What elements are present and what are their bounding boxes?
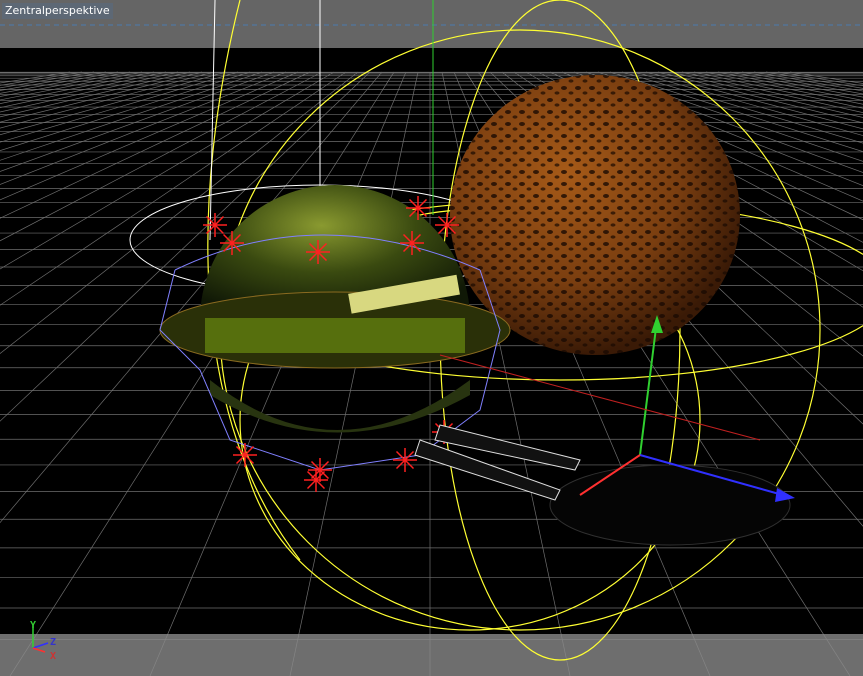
grid-line xyxy=(0,71,311,219)
light-ray xyxy=(395,459,406,470)
floor-band xyxy=(0,634,863,676)
viewport-header-band xyxy=(0,0,863,48)
grid-line xyxy=(0,71,131,97)
grid-line xyxy=(729,71,863,98)
grid-line xyxy=(0,71,71,84)
grid-line xyxy=(0,71,251,152)
grid-line xyxy=(0,71,83,86)
grid-line xyxy=(0,71,359,354)
grid-line xyxy=(149,71,407,676)
grid-line xyxy=(0,71,383,524)
grid-line xyxy=(753,71,863,92)
light-ray xyxy=(417,198,428,209)
light-ray xyxy=(214,215,225,226)
grid-line xyxy=(0,71,203,123)
viewport-title[interactable]: Zentralperspektive xyxy=(2,3,113,19)
light-ray xyxy=(408,198,419,209)
grid-line xyxy=(0,71,191,118)
grid-line xyxy=(0,71,275,172)
grid-line xyxy=(765,71,863,89)
grid-line xyxy=(789,71,863,84)
planet-texture xyxy=(450,75,740,355)
grid-line xyxy=(0,71,107,91)
grid-line xyxy=(741,71,863,95)
floor-grid xyxy=(0,71,863,676)
viewport-scene[interactable] xyxy=(0,0,863,676)
light-ray xyxy=(437,215,448,226)
grid-line xyxy=(0,71,227,136)
light-ray xyxy=(244,445,255,456)
grid-line xyxy=(289,71,419,676)
grid-line xyxy=(0,71,155,104)
grid-line xyxy=(0,71,95,89)
grid-line xyxy=(0,71,119,94)
grid-line xyxy=(717,71,863,101)
light-ray xyxy=(214,224,225,235)
spaceship[interactable] xyxy=(414,424,791,546)
axis-label-z: Z xyxy=(50,637,57,648)
3d-viewport[interactable]: Zentralperspektive Y Z X xyxy=(0,0,863,676)
grid-line xyxy=(0,71,143,101)
grid-line xyxy=(0,71,215,129)
light-ray xyxy=(306,479,317,490)
axis-label-y: Y xyxy=(30,620,37,631)
grid-line xyxy=(777,71,863,87)
axis-label-x: X xyxy=(50,651,57,662)
light-ray xyxy=(404,459,415,470)
grid-line xyxy=(0,71,347,306)
light-ray xyxy=(244,454,255,465)
grid-line xyxy=(0,71,179,113)
grid-line xyxy=(705,71,863,105)
